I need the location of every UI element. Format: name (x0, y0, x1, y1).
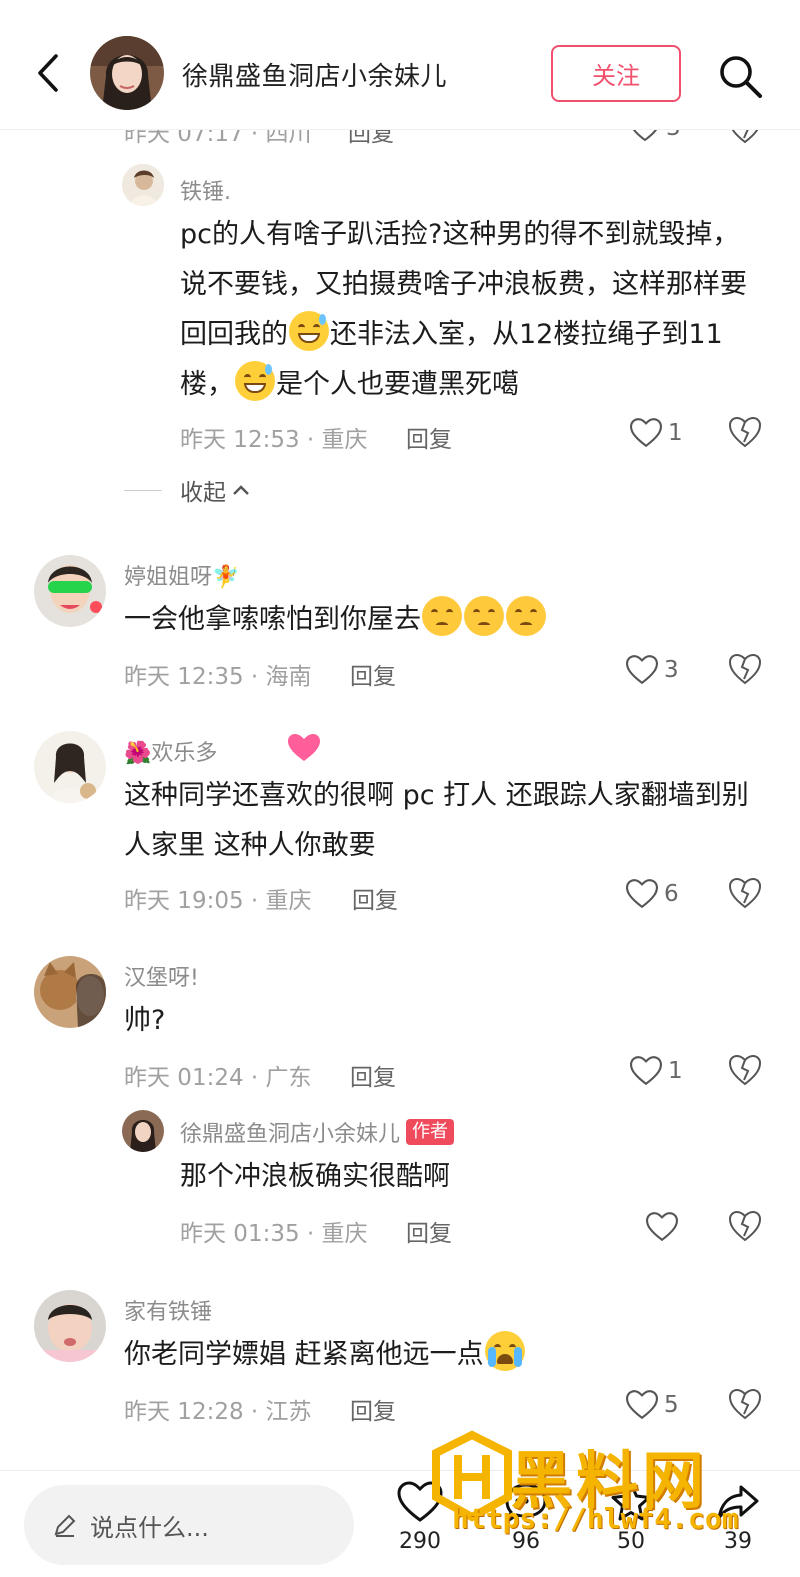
author-badge: 作者 (406, 1119, 455, 1145)
comment-item: 汉堡呀! 帅? 昨天 01:24 · 广东 回复 1 (0, 956, 800, 1096)
reply-button[interactable]: 回复 (406, 420, 452, 454)
divider (124, 489, 162, 491)
header-username[interactable]: 徐鼎盛鱼洞店小余妹儿 (182, 56, 447, 93)
like-count: 5 (664, 1392, 679, 1418)
frown-emoji-icon (422, 596, 462, 636)
chevron-up-icon (233, 485, 249, 495)
heart-icon (626, 655, 658, 685)
avatar[interactable] (122, 1110, 164, 1152)
comment-text-part: 那个冲浪板确实很酷啊 (180, 1161, 450, 1192)
like-button[interactable]: 5 (626, 1390, 679, 1420)
heart-icon (630, 418, 662, 448)
collapse-label: 收起 (180, 480, 226, 506)
comment-text-part: 你老同学嫖娼 赶紧离他远一点 (124, 1339, 484, 1370)
comment-meta: 昨天 12:53 · 重庆 (180, 427, 368, 453)
like-count: 1 (668, 1058, 683, 1084)
reply-button[interactable]: 回复 (350, 1058, 396, 1092)
like-action[interactable]: 290 (385, 1481, 455, 1554)
comment-username[interactable]: 徐鼎盛鱼洞店小余妹儿 作者 (180, 1116, 455, 1148)
heart-icon (630, 1056, 662, 1086)
heart-icon (646, 1212, 678, 1242)
dislike-icon[interactable] (728, 653, 762, 685)
frown-emoji-icon (464, 596, 504, 636)
comment-item: 婷姐姐呀🧚 一会他拿嗦嗦怕到你屋去 昨天 12:35 · 海南 回复 3 (0, 555, 800, 695)
heart-icon (626, 879, 658, 909)
heart-icon (397, 1481, 443, 1522)
comment-text-part: 是个人也要遭黑死噶 (276, 369, 519, 400)
search-icon[interactable] (716, 52, 764, 100)
comment-username[interactable]: 婷姐姐呀🧚 (124, 559, 239, 591)
dislike-icon[interactable] (728, 416, 762, 448)
comment-meta: 昨天 12:35 · 海南 (124, 664, 312, 690)
comment-meta: 昨天 19:05 · 重庆 (124, 888, 312, 914)
comment-meta: 昨天 01:35 · 重庆 (180, 1221, 368, 1247)
comment-meta: 昨天 12:28 · 江苏 (124, 1399, 312, 1425)
like-count: 6 (664, 881, 679, 907)
dislike-icon[interactable] (728, 877, 762, 909)
like-button[interactable]: 1 (630, 418, 683, 448)
pencil-icon (54, 1514, 76, 1537)
watermark-url: https://hlwf4.com (452, 1502, 739, 1535)
avatar[interactable] (34, 1290, 106, 1362)
comment-meta: 昨天 01:24 · 广东 (124, 1065, 312, 1091)
like-count: 3 (664, 657, 679, 683)
comment-item: 徐鼎盛鱼洞店小余妹儿 作者 那个冲浪板确实很酷啊 昨天 01:35 · 重庆 回… (0, 1108, 800, 1248)
comment-item: 家有铁锤 你老同学嫖娼 赶紧离他远一点 昨天 12:28 · 江苏 回复 5 (0, 1290, 800, 1430)
comment-text: 帅? (124, 996, 764, 1046)
like-button[interactable] (646, 1212, 684, 1242)
username-text: 徐鼎盛鱼洞店小余妹儿 (180, 1122, 401, 1147)
reply-button[interactable]: 回复 (352, 881, 398, 915)
comment-item: 🌺欢乐多 这种同学还喜欢的很啊 pc 打人 还跟踪人家翻墙到别人家里 这种人你敢… (0, 731, 800, 921)
comment-username[interactable]: 🌺欢乐多 (124, 735, 217, 767)
comment-input[interactable]: 说点什么... (24, 1485, 354, 1565)
follow-button[interactable]: 关注 (551, 45, 681, 102)
header-avatar[interactable] (90, 36, 164, 110)
like-button[interactable]: 6 (626, 879, 679, 909)
comment-text: 一会他拿嗦嗦怕到你屋去 (124, 595, 764, 645)
like-count: 1 (668, 420, 683, 446)
comment-username[interactable]: 家有铁锤 (124, 1294, 212, 1326)
grin-sweat-emoji-icon (235, 361, 275, 401)
avatar[interactable] (34, 956, 106, 1028)
avatar[interactable] (122, 164, 164, 206)
reply-button[interactable]: 回复 (350, 1392, 396, 1426)
comment-text-part: 这种同学还喜欢的很啊 pc 打人 还跟踪人家翻墙到别人家里 这种人你敢要 (124, 780, 749, 861)
heart-sticker-icon (288, 734, 320, 761)
comment-text: 你老同学嫖娼 赶紧离他远一点 (124, 1330, 764, 1380)
dislike-icon[interactable] (728, 1054, 762, 1086)
comment-text: 这种同学还喜欢的很啊 pc 打人 还跟踪人家翻墙到别人家里 这种人你敢要 (124, 771, 764, 871)
heart-icon (626, 1390, 658, 1420)
frown-emoji-icon (506, 596, 546, 636)
comment-item: 铁锤. pc的人有啥子趴活捡?这种男的得不到就毁掉，说不要钱，又拍摄费啥子冲浪板… (0, 160, 800, 460)
comment-text-part: 帅? (124, 1005, 166, 1036)
comment-text: 那个冲浪板确实很酷啊 (180, 1152, 760, 1202)
comment-list: 昨天 07:17 · 四川 回复 3 铁锤. pc的人有啥子趴活捡?这种男的得不… (0, 0, 800, 1470)
like-button[interactable]: 3 (626, 655, 679, 685)
reply-button[interactable]: 回复 (350, 657, 396, 691)
comment-username[interactable]: 汉堡呀! (124, 960, 199, 992)
collapse-replies-button[interactable]: 收起 (124, 473, 250, 507)
avatar[interactable] (34, 731, 106, 803)
grin-sweat-emoji-icon (289, 311, 329, 351)
back-arrow-icon[interactable] (30, 50, 66, 96)
comment-text: pc的人有啥子趴活捡?这种男的得不到就毁掉，说不要钱，又拍摄费啥子冲浪板费，这样… (180, 210, 760, 410)
dislike-icon[interactable] (728, 1388, 762, 1420)
comment-text-part: 一会他拿嗦嗦怕到你屋去 (124, 604, 421, 635)
comment-input-placeholder: 说点什么... (90, 1513, 209, 1542)
reply-button[interactable]: 回复 (406, 1214, 452, 1248)
avatar[interactable] (34, 555, 106, 627)
like-button[interactable]: 1 (630, 1056, 683, 1086)
comment-username[interactable]: 铁锤. (180, 174, 231, 206)
crying-emoji-icon (484, 1331, 525, 1371)
top-bar: 徐鼎盛鱼洞店小余妹儿 关注 (0, 0, 800, 130)
dislike-icon[interactable] (728, 1210, 762, 1242)
like-count: 290 (399, 1529, 441, 1554)
